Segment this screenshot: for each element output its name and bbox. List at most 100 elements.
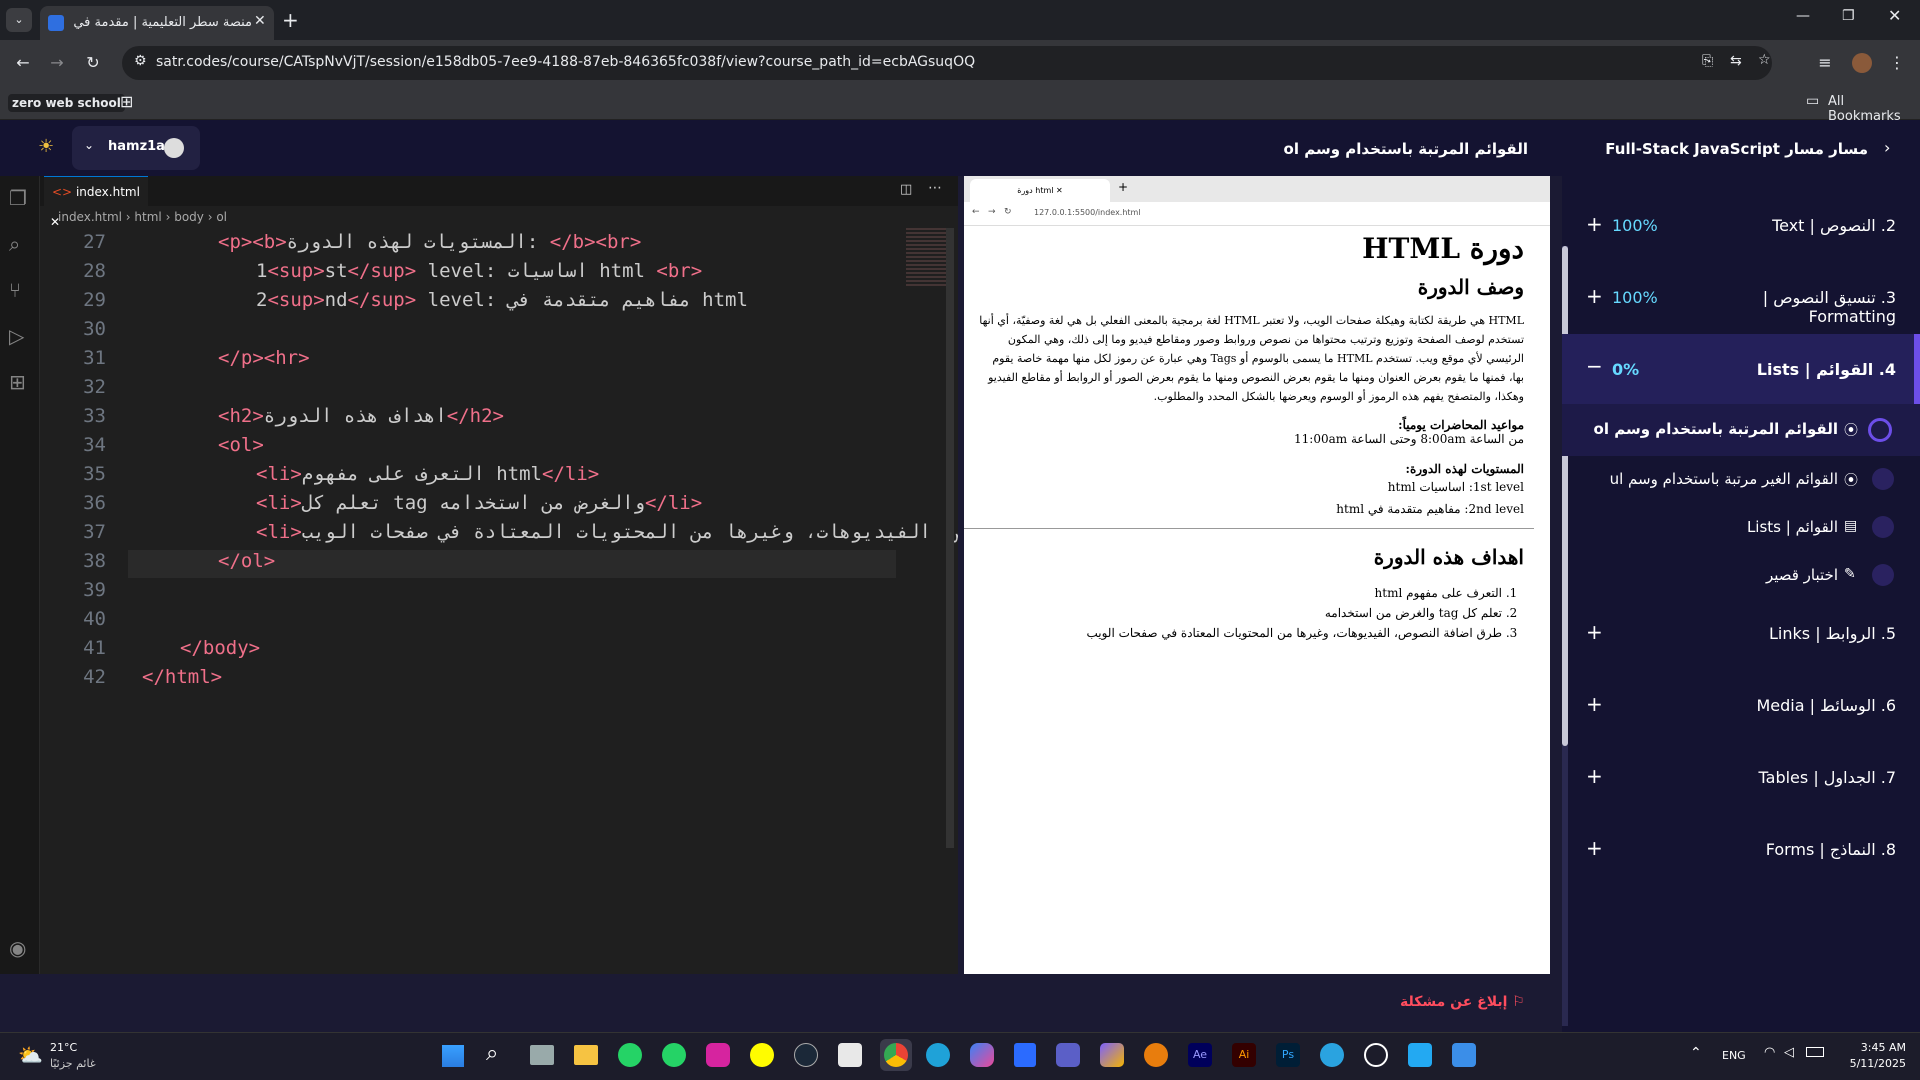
bookmark-star-icon[interactable]: ☆ bbox=[1758, 52, 1771, 68]
sidebar-item-links[interactable]: + 5. الروابط | Links bbox=[1562, 604, 1920, 664]
editor-scrollbar[interactable] bbox=[946, 228, 954, 848]
sidebar-item-lists[interactable]: − 0% 4. القوائم | Lists bbox=[1562, 334, 1920, 404]
close-window-button[interactable]: ✕ bbox=[1888, 6, 1901, 25]
code-line[interactable]: 40 bbox=[40, 605, 142, 633]
app-3-icon[interactable] bbox=[1014, 1043, 1036, 1067]
report-problem-link[interactable]: إبلاغ عن مشكلة ⚐ bbox=[1400, 994, 1525, 1010]
sidebar-subitem-ul[interactable]: ⦿ القوائم الغير مرتبة باستخدام وسم ul bbox=[1562, 456, 1920, 504]
editor-tab-index-html[interactable]: <> index.html ✕ bbox=[44, 176, 148, 229]
new-tab-button[interactable]: + bbox=[282, 8, 299, 32]
sidebar-subitem-quiz[interactable]: ✎ اختبار قصير bbox=[1562, 552, 1920, 600]
forward-arrow-icon[interactable]: → bbox=[42, 48, 72, 78]
code-line[interactable]: 34 <ol> bbox=[40, 431, 264, 459]
sidebar-item-media[interactable]: + 6. الوسائط | Media bbox=[1562, 676, 1920, 736]
store-icon[interactable] bbox=[838, 1043, 862, 1067]
source-control-icon[interactable]: ⑂ bbox=[9, 278, 21, 302]
snapchat-icon[interactable] bbox=[750, 1043, 774, 1067]
code-line[interactable]: 29 2<sup>nd</sup> level: مفاهيم متقدمة في… bbox=[40, 286, 748, 314]
telegram-icon[interactable] bbox=[1320, 1043, 1344, 1067]
tab-close-icon[interactable]: ✕ bbox=[254, 13, 266, 29]
clock-time[interactable]: 3:45 AM bbox=[1846, 1041, 1906, 1054]
tab-search-button[interactable]: ⌄ bbox=[6, 8, 32, 32]
chrome-icon[interactable] bbox=[880, 1039, 912, 1071]
whatsapp-beta-icon[interactable] bbox=[662, 1043, 686, 1067]
blender-icon[interactable] bbox=[1144, 1043, 1168, 1067]
maximize-button[interactable]: ❐ bbox=[1842, 8, 1855, 24]
code-line[interactable]: 41 </body> bbox=[40, 634, 260, 662]
code-line[interactable]: 39 bbox=[40, 576, 142, 604]
code-line[interactable]: 36 <li>تعلم كل tag والغرض من استخدامه</li… bbox=[40, 489, 702, 517]
preview-new-tab-icon[interactable]: + bbox=[1118, 180, 1128, 194]
code-line[interactable]: 27 <p><b>المستويات لهذه الدورة: </b><br> bbox=[40, 228, 641, 256]
theme-toggle-sun-icon[interactable]: ☀ bbox=[38, 136, 54, 157]
apps-grid-icon[interactable]: ⊞ bbox=[120, 92, 133, 111]
search-icon[interactable]: ⌕ bbox=[9, 232, 20, 256]
bookmark-zero-web-school[interactable]: zero web school bbox=[8, 94, 125, 112]
file-explorer-icon[interactable] bbox=[574, 1045, 598, 1065]
tray-chevron-icon[interactable]: ⌃ bbox=[1690, 1045, 1702, 1061]
vscode-icon[interactable] bbox=[1408, 1043, 1432, 1067]
run-debug-icon[interactable]: ▷ bbox=[9, 324, 24, 348]
more-actions-icon[interactable]: ⋯ bbox=[928, 180, 942, 196]
breadcrumb-item[interactable]: ol bbox=[216, 210, 227, 224]
install-app-icon[interactable]: ⎘ bbox=[1702, 53, 1713, 69]
explorer-icon[interactable]: ❐ bbox=[9, 186, 27, 210]
preview-back-icon[interactable]: ← bbox=[972, 207, 980, 217]
code-line[interactable]: 31 </p><hr> bbox=[40, 344, 309, 372]
volume-icon[interactable]: ◁ bbox=[1784, 1045, 1794, 1060]
code-line[interactable]: 33 <h2>اهداف هذه الدورة</h2> bbox=[40, 402, 504, 430]
chatgpt-icon[interactable] bbox=[1364, 1043, 1388, 1067]
browser-tab-active[interactable]: منصة سطر التعليمية | مقدمة في ✕ bbox=[40, 6, 274, 40]
battery-icon[interactable] bbox=[1806, 1047, 1824, 1057]
site-info-icon[interactable]: ⚙ bbox=[134, 53, 147, 69]
teams-icon[interactable] bbox=[1056, 1043, 1080, 1067]
sidebar-item-text[interactable]: + 100% 2. النصوص | Text bbox=[1562, 196, 1920, 256]
translate-icon[interactable]: ⇆ bbox=[1730, 53, 1742, 69]
sidebar-subitem-lists[interactable]: ▤ القوائم | Lists bbox=[1562, 504, 1920, 552]
sidebar-item-forms[interactable]: + 8. النماذج | Forms bbox=[1562, 820, 1920, 880]
sidebar-item-tables[interactable]: + 7. الجداول | Tables bbox=[1562, 748, 1920, 808]
steam-icon[interactable] bbox=[794, 1043, 818, 1067]
code-line[interactable]: 32 bbox=[40, 373, 142, 401]
extensions-icon[interactable]: ⊞ bbox=[9, 370, 26, 394]
code-line[interactable]: 28 1<sup>st</sup> level: اساسيات html <br… bbox=[40, 257, 702, 285]
code-line[interactable]: 38 </ol> bbox=[40, 547, 275, 575]
keyboard-language[interactable]: ENG bbox=[1722, 1049, 1746, 1062]
code-line[interactable]: 30 bbox=[40, 315, 142, 343]
breadcrumb-item[interactable]: html bbox=[134, 210, 161, 224]
sidebar-item-formatting[interactable]: + 100% 3. تنسيق النصوص | Formatting bbox=[1562, 268, 1920, 328]
instagram-icon[interactable] bbox=[706, 1043, 730, 1067]
clock-date[interactable]: 5/11/2025 bbox=[1836, 1057, 1906, 1070]
illustrator-icon[interactable]: Ai bbox=[1232, 1043, 1256, 1067]
accounts-icon[interactable]: ◉ bbox=[9, 936, 26, 960]
code-line[interactable]: 42 </html> bbox=[40, 663, 222, 691]
wifi-icon[interactable]: ◠ bbox=[1764, 1045, 1775, 1060]
minimap[interactable] bbox=[906, 228, 946, 288]
code-line[interactable]: 35 <li>التعرف على مفهوم html</li> bbox=[40, 460, 599, 488]
app-colorful-icon[interactable] bbox=[1100, 1043, 1124, 1067]
sidebar-subitem-ol[interactable]: ⦿ القوائم المرتبة باستخدام وسم ol bbox=[1562, 404, 1920, 456]
whatsapp-icon[interactable] bbox=[618, 1043, 642, 1067]
after-effects-icon[interactable]: Ae bbox=[1188, 1043, 1212, 1067]
media-control-icon[interactable]: ≡ bbox=[1810, 48, 1840, 78]
edge-icon[interactable] bbox=[926, 1043, 950, 1067]
weather-icon[interactable]: ⛅ bbox=[18, 1043, 43, 1067]
breadcrumb-item[interactable]: index.html bbox=[58, 210, 122, 224]
reload-icon[interactable]: ↻ bbox=[78, 48, 108, 78]
split-editor-icon[interactable]: ◫ bbox=[900, 182, 912, 197]
sidebar-chevron-icon[interactable]: › bbox=[1884, 138, 1890, 157]
chrome-menu-icon[interactable]: ⋮ bbox=[1882, 48, 1912, 78]
preview-forward-icon[interactable]: → bbox=[988, 207, 996, 217]
address-bar[interactable]: ⚙ satr.codes/course/CATspNvVjT/session/e… bbox=[122, 46, 1772, 80]
breadcrumb-item[interactable]: body bbox=[174, 210, 204, 224]
task-view-icon[interactable] bbox=[530, 1045, 554, 1065]
preview-url[interactable]: 127.0.0.1:5500/index.html bbox=[1034, 208, 1141, 217]
search-icon[interactable]: ⌕ bbox=[486, 1041, 498, 1066]
back-arrow-icon[interactable]: ← bbox=[8, 48, 38, 78]
profile-avatar[interactable] bbox=[1852, 53, 1872, 73]
photoshop-icon[interactable]: Ps bbox=[1276, 1043, 1300, 1067]
app-pen-icon[interactable] bbox=[1452, 1043, 1476, 1067]
preview-reload-icon[interactable]: ↻ bbox=[1004, 207, 1012, 217]
minimize-button[interactable]: — bbox=[1796, 8, 1810, 24]
start-button[interactable] bbox=[442, 1045, 464, 1067]
